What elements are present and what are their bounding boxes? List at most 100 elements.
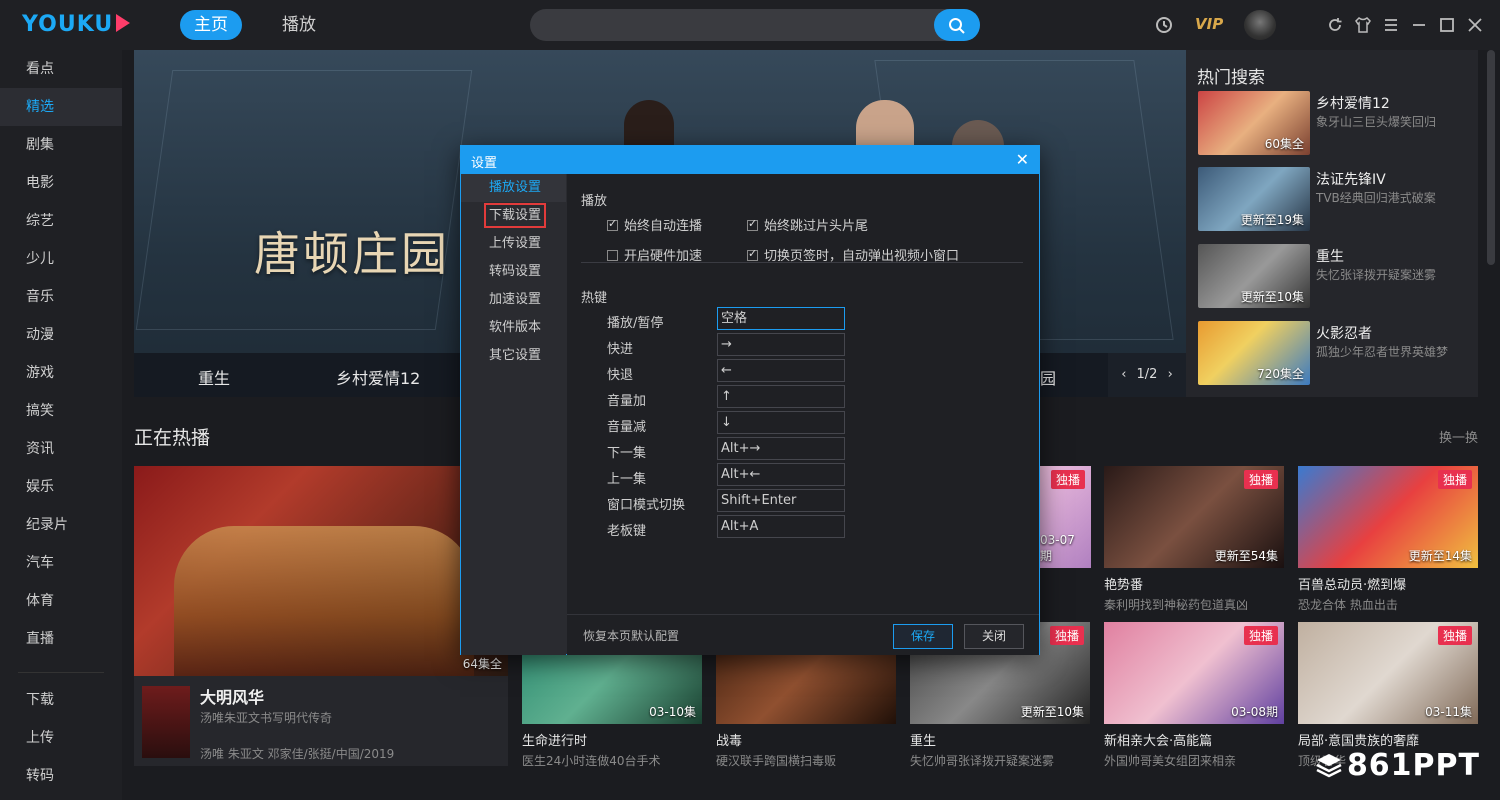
- hot-search-item[interactable]: 60集全 乡村爱情12 象牙山三巨头爆笑回归: [1198, 91, 1468, 155]
- sidebar-item-gaoxiao[interactable]: 搞笑: [0, 392, 122, 430]
- sidebar-item-qiche[interactable]: 汽车: [0, 544, 122, 582]
- card-name: 新相亲大会·高能篇: [1104, 734, 1213, 749]
- sidebar-divider: [18, 672, 104, 673]
- video-card[interactable]: 独播 更新至54集 艳势番 秦利明找到神秘药包道真凶: [1104, 466, 1284, 616]
- banner-tab[interactable]: 乡村爱情12: [336, 365, 420, 389]
- nav-play-button[interactable]: 播放: [268, 10, 330, 40]
- history-icon[interactable]: [1154, 15, 1174, 35]
- checkbox-skip-intro[interactable]: 始终跳过片头片尾: [747, 215, 868, 234]
- hot-item-desc: 失忆张译拨开疑案迷雾: [1316, 268, 1437, 282]
- hot-search-item[interactable]: 720集全 火影忍者 孤独少年忍者世界英雄梦: [1198, 321, 1468, 385]
- sidebar-item-yinyue[interactable]: 音乐: [0, 278, 122, 316]
- dialog-close-icon[interactable]: ✕: [1016, 150, 1029, 169]
- youku-logo[interactable]: YOUKU: [22, 12, 131, 38]
- episode-badge: 更新至14集: [1408, 549, 1472, 563]
- sidebar-item-shaoer[interactable]: 少儿: [0, 240, 122, 278]
- video-card[interactable]: 独播 03-07期: [1040, 466, 1091, 616]
- group-title-hotkeys: 热键: [581, 291, 608, 306]
- hotkey-label: 快进: [607, 342, 634, 357]
- settings-tab-playback[interactable]: 播放设置: [461, 174, 566, 202]
- card-name: 局部·意国贵族的奢靡: [1298, 734, 1420, 749]
- tab-label: 加速设置: [489, 292, 542, 307]
- sidebar-item-jingxuan[interactable]: 精选: [0, 88, 122, 126]
- hotkey-field-volume-down[interactable]: ↓: [717, 411, 845, 434]
- checkbox-checked-icon: [747, 217, 758, 231]
- sidebar-item-yule[interactable]: 娱乐: [0, 468, 122, 506]
- hot-item-name: 法证先锋IV: [1316, 172, 1386, 188]
- episode-badge: 03-11集: [1425, 705, 1472, 719]
- sidebar-item-youxi[interactable]: 游戏: [0, 354, 122, 392]
- vip-badge[interactable]: VIP: [1195, 15, 1223, 33]
- sidebar-item-zhibo[interactable]: 直播: [0, 620, 122, 658]
- pager-text: 1/2: [1136, 367, 1158, 382]
- hotkey-field-volume-up[interactable]: ↑: [717, 385, 845, 408]
- minimize-icon[interactable]: [1409, 15, 1429, 35]
- sidebar-item-zongyi[interactable]: 综艺: [0, 202, 122, 240]
- hotkey-field-window-mode[interactable]: Shift+Enter: [717, 489, 845, 512]
- search-input[interactable]: [530, 9, 980, 41]
- top-bar: YOUKU 主页 播放 VIP: [0, 0, 1500, 50]
- sidebar-item-upload[interactable]: 上传: [0, 719, 122, 757]
- sidebar-item-juji[interactable]: 剧集: [0, 126, 122, 164]
- maximize-icon[interactable]: [1437, 15, 1457, 35]
- hotkey-label: 音量减: [607, 420, 647, 435]
- hotkey-field-prev-episode[interactable]: Alt+←: [717, 463, 845, 486]
- refresh-icon[interactable]: [1325, 15, 1345, 35]
- save-button[interactable]: 保存: [893, 624, 953, 649]
- hot-search-title: 热门搜索: [1197, 68, 1265, 88]
- sidebar-item-transcode[interactable]: 转码: [0, 757, 122, 795]
- settings-tab-version[interactable]: 软件版本: [461, 314, 566, 342]
- pager-prev-icon[interactable]: ‹: [1121, 367, 1126, 382]
- skin-shirt-icon[interactable]: [1353, 15, 1373, 35]
- banner-tab[interactable]: 重生: [198, 365, 230, 389]
- hotkey-label: 播放/暂停: [607, 316, 664, 331]
- dialog-footer: 恢复本页默认配置 保存 关闭: [567, 614, 1039, 655]
- settings-tab-upload[interactable]: 上传设置: [461, 230, 566, 258]
- menu-icon[interactable]: [1381, 15, 1401, 35]
- hotkey-field-play-pause[interactable]: 空格: [717, 307, 845, 330]
- close-window-icon[interactable]: [1465, 15, 1485, 35]
- user-avatar[interactable]: [1244, 10, 1276, 40]
- hotkey-field-forward[interactable]: →: [717, 333, 845, 356]
- reset-defaults-link[interactable]: 恢复本页默认配置: [583, 627, 679, 644]
- video-card[interactable]: 独播 03-08期 新相亲大会·高能篇 外国帅哥美女组团来相亲: [1104, 622, 1284, 772]
- settings-tab-transcode[interactable]: 转码设置: [461, 258, 566, 286]
- hot-search-item[interactable]: 更新至10集 重生 失忆张译拨开疑案迷雾: [1198, 244, 1468, 308]
- sidebar-item-kandian[interactable]: 看点: [0, 50, 122, 88]
- dialog-titlebar[interactable]: 设置 ✕: [461, 146, 1039, 174]
- card-desc: 恐龙合体 热血出击: [1298, 598, 1398, 612]
- tab-label: 播放设置: [489, 180, 542, 195]
- hotkey-label: 快退: [607, 368, 634, 383]
- search-button[interactable]: [934, 9, 980, 41]
- hotkey-field-rewind[interactable]: ←: [717, 359, 845, 382]
- sidebar-item-dongman[interactable]: 动漫: [0, 316, 122, 354]
- hotkey-field-next-episode[interactable]: Alt+→: [717, 437, 845, 460]
- banner-frame-decor: [135, 70, 473, 330]
- sidebar-item-jilupian[interactable]: 纪录片: [0, 506, 122, 544]
- checkbox-auto-play-next[interactable]: 始终自动连播: [607, 215, 702, 234]
- episode-badge: 更新至10集: [1240, 290, 1304, 304]
- video-card[interactable]: 独播 更新至14集 百兽总动员·燃到爆 恐龙合体 热血出击: [1298, 466, 1478, 616]
- refresh-link[interactable]: 换一换: [1439, 427, 1478, 446]
- settings-tab-acceleration[interactable]: 加速设置: [461, 286, 566, 314]
- card-image: 独播 更新至54集: [1104, 466, 1284, 568]
- hot-search-item[interactable]: 更新至19集 法证先锋IV TVB经典回归港式破案: [1198, 167, 1468, 231]
- checkbox-label: 始终跳过片头片尾: [764, 219, 869, 234]
- featured-desc: 汤唯朱亚文书写明代传奇: [200, 711, 333, 725]
- pager-next-icon[interactable]: ›: [1168, 367, 1173, 382]
- settings-tab-other[interactable]: 其它设置: [461, 342, 566, 370]
- hotkey-field-boss-key[interactable]: Alt+A: [717, 515, 845, 538]
- sidebar-item-zixun[interactable]: 资讯: [0, 430, 122, 468]
- banner-pager: ‹ 1/2 ›: [1108, 353, 1186, 397]
- scrollbar-thumb[interactable]: [1487, 50, 1495, 265]
- settings-tab-download[interactable]: 下载设置: [461, 202, 566, 230]
- sidebar-item-dianying[interactable]: 电影: [0, 164, 122, 202]
- banner-tab[interactable]: 园: [1040, 365, 1056, 389]
- search-icon: [949, 18, 965, 34]
- settings-nav: 播放设置 下载设置 上传设置 转码设置 加速设置 软件版本 其它设置: [461, 174, 566, 655]
- close-button[interactable]: 关闭: [964, 624, 1024, 649]
- sidebar-item-download[interactable]: 下载: [0, 681, 122, 719]
- sidebar-item-tiyu[interactable]: 体育: [0, 582, 122, 620]
- featured-card[interactable]: 64集全 大明风华 汤唯朱亚文书写明代传奇 汤唯 朱亚文 邓家佳/张挺/中国/2…: [134, 466, 508, 766]
- nav-home-button[interactable]: 主页: [180, 10, 242, 40]
